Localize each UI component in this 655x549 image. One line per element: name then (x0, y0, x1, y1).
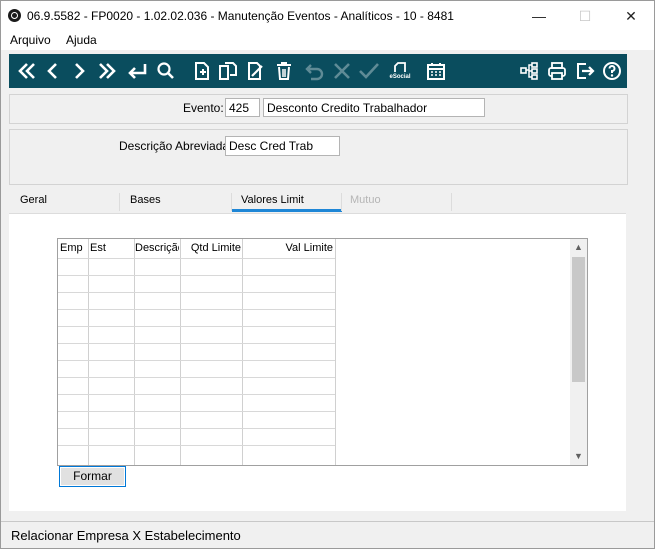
undo-icon[interactable] (301, 54, 327, 88)
status-bar: Relacionar Empresa X Estabelecimento (1, 521, 654, 548)
tab-separator (341, 193, 342, 211)
search-icon[interactable] (153, 54, 179, 88)
previous-record-icon[interactable] (41, 54, 65, 88)
table-row-divider (58, 445, 335, 446)
print-icon[interactable] (544, 54, 570, 88)
tab-geral[interactable]: Geral (20, 191, 47, 213)
table-row-divider (58, 428, 335, 429)
cancel-icon[interactable] (329, 54, 355, 88)
edit-document-icon[interactable] (242, 54, 268, 88)
tab-separator (451, 193, 452, 211)
help-icon[interactable] (599, 54, 625, 88)
first-record-icon[interactable] (13, 54, 41, 88)
evento-description-field[interactable]: Desconto Credito Trabalhador (263, 98, 485, 117)
tab-mutuo: Mutuo (350, 194, 381, 206)
formar-button[interactable]: Formar (59, 466, 126, 487)
descricao-abreviada-field[interactable]: Desc Cred Trab (225, 136, 340, 156)
column-header-est[interactable]: Est (90, 239, 134, 258)
column-header-descricao[interactable]: Descrição (135, 239, 179, 258)
column-header-emp[interactable]: Emp (60, 239, 88, 258)
column-divider (242, 239, 243, 465)
table-row-divider (58, 394, 335, 395)
scroll-up-arrow-icon[interactable]: ▲ (570, 239, 587, 256)
evento-code-field[interactable]: 425 (225, 98, 260, 117)
menu-ajuda[interactable]: Ajuda (66, 33, 97, 47)
table-row-divider (58, 258, 335, 259)
active-tab-indicator (232, 209, 342, 212)
column-divider (180, 239, 181, 465)
table-row-divider (58, 326, 335, 327)
enter-icon[interactable] (123, 54, 151, 88)
maximize-button[interactable]: ☐ (562, 1, 608, 31)
menu-bar: Arquivo Ajuda (1, 31, 654, 50)
tree-structure-icon[interactable] (516, 54, 542, 88)
tab-bases[interactable]: Bases (130, 191, 161, 213)
table-row-divider (58, 275, 335, 276)
menu-arquivo[interactable]: Arquivo (10, 33, 51, 47)
column-divider (335, 239, 336, 465)
scrollbar-thumb[interactable] (572, 257, 585, 382)
title-bar: 06.9.5582 - FP0020 - 1.02.02.036 - Manut… (1, 1, 654, 31)
esocial-label: eSocial (389, 73, 411, 80)
next-record-icon[interactable] (67, 54, 91, 88)
valores-limit-grid[interactable]: Emp Est Descrição Qtd Limite Val Limite … (57, 238, 588, 466)
confirm-icon[interactable] (355, 54, 383, 88)
status-text: Relacionar Empresa X Estabelecimento (11, 528, 241, 543)
grid-vertical-scrollbar[interactable]: ▲ ▼ (570, 239, 587, 465)
table-row-divider (58, 292, 335, 293)
application-window: 06.9.5582 - FP0020 - 1.02.02.036 - Manut… (0, 0, 655, 549)
column-header-qtd-limite[interactable]: Qtd Limite (181, 239, 241, 258)
app-logo-icon (8, 9, 21, 22)
minimize-button[interactable]: — (516, 1, 562, 31)
calendar-icon[interactable] (423, 54, 449, 88)
toolbar: eSocial (9, 54, 627, 88)
table-row-divider (58, 411, 335, 412)
esocial-icon[interactable]: eSocial (385, 54, 415, 88)
exit-icon[interactable] (572, 54, 598, 88)
descricao-label: Descrição Abreviada: (119, 139, 233, 153)
table-row-divider (58, 377, 335, 378)
delete-icon[interactable] (271, 54, 297, 88)
window-title: 06.9.5582 - FP0020 - 1.02.02.036 - Manut… (27, 9, 454, 23)
evento-label: Evento: (183, 101, 224, 115)
scroll-down-arrow-icon[interactable]: ▼ (570, 448, 587, 465)
column-divider (88, 239, 89, 465)
table-row-divider (58, 309, 335, 310)
table-row-divider (58, 360, 335, 361)
column-header-val-limite[interactable]: Val Limite (243, 239, 333, 258)
tab-separator (119, 193, 120, 211)
copy-icon[interactable] (215, 54, 241, 88)
table-row-divider (58, 343, 335, 344)
last-record-icon[interactable] (93, 54, 121, 88)
close-button[interactable]: ✕ (608, 1, 654, 31)
new-document-icon[interactable] (189, 54, 215, 88)
column-divider (134, 239, 135, 465)
